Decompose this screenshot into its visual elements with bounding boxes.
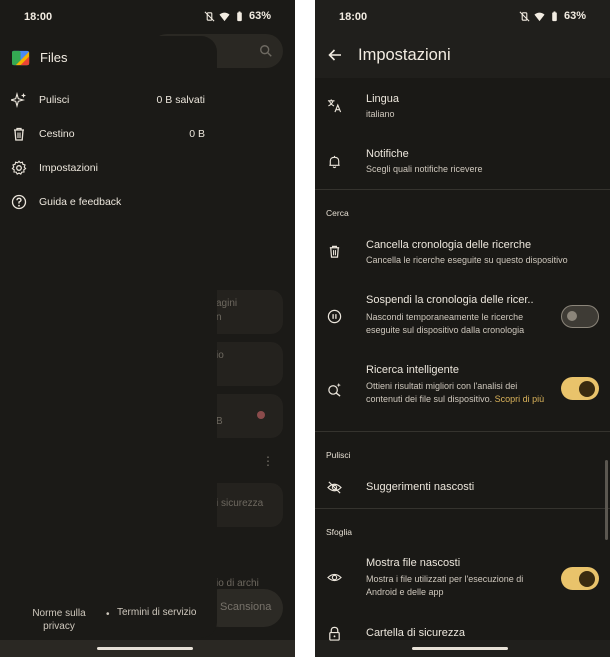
toggle-ricerca-intelligente[interactable] bbox=[561, 377, 599, 400]
setting-ricerca-intelligente[interactable]: Ricerca intelligente Ottieni risultati m… bbox=[315, 359, 610, 429]
bell-icon bbox=[329, 155, 340, 169]
setting-subtitle: Nascondi temporaneamente le ricerche ese… bbox=[366, 312, 525, 335]
help-icon bbox=[11, 194, 27, 210]
app-name: Files bbox=[40, 50, 68, 65]
scan-label: Scansiona bbox=[220, 601, 272, 613]
top-app-bar: Impostazioni bbox=[315, 34, 610, 78]
setting-title: Cancella cronologia delle ricerche bbox=[366, 239, 532, 251]
drawer-item-label: Cestino bbox=[39, 128, 75, 140]
setting-title: Notifiche bbox=[366, 148, 409, 160]
navigation-drawer: Files Pulisci 0 B salvati Cestino 0 B Im… bbox=[0, 36, 217, 638]
drawer-item-cestino[interactable]: Cestino 0 B bbox=[0, 118, 217, 150]
drawer-item-label: Pulisci bbox=[39, 94, 70, 106]
divider bbox=[315, 431, 610, 432]
background-card-text: agini bbox=[216, 298, 238, 309]
setting-title: Sospendi la cronologia delle ricer.. bbox=[366, 294, 534, 306]
background-card-text: B bbox=[216, 416, 223, 427]
divider bbox=[315, 189, 610, 190]
drawer-item-label: Impostazioni bbox=[39, 162, 98, 174]
pause-icon bbox=[327, 309, 342, 324]
page-title: Impostazioni bbox=[358, 46, 451, 64]
sparkle-icon bbox=[11, 92, 26, 108]
files-logo-icon bbox=[12, 48, 31, 67]
section-header-sfoglia: Sfoglia bbox=[326, 527, 352, 537]
setting-sospendi-cronologia[interactable]: Sospendi la cronologia delle ricer.. Nas… bbox=[315, 286, 610, 351]
status-bar: 18:00 63% bbox=[0, 0, 295, 34]
toggle-knob bbox=[579, 380, 595, 397]
drawer-item-impostazioni[interactable]: Impostazioni bbox=[0, 152, 217, 184]
trash-icon bbox=[329, 245, 340, 258]
left-screen: agini n io B ⋮ i sicurezza io di archi Sc… bbox=[0, 0, 295, 657]
battery-level: 63% bbox=[563, 10, 586, 22]
drawer-item-pulisci[interactable]: Pulisci 0 B salvati bbox=[0, 84, 217, 116]
footer-separator: • bbox=[106, 609, 110, 620]
setting-title: Suggerimenti nascosti bbox=[366, 481, 475, 493]
drawer-header: Files bbox=[12, 48, 67, 67]
home-gesture-bar[interactable] bbox=[412, 647, 508, 650]
translate-icon bbox=[327, 99, 342, 113]
status-bar: 18:00 63% bbox=[315, 0, 610, 34]
privacy-link[interactable]: Norme sulla privacy bbox=[28, 607, 90, 633]
setting-title: Ricerca intelligente bbox=[366, 364, 459, 376]
battery-level: 63% bbox=[248, 10, 271, 22]
battery-icon bbox=[237, 10, 242, 21]
vibrate-off-icon bbox=[204, 11, 215, 21]
battery-icon bbox=[552, 10, 557, 21]
background-card-text: i sicurezza bbox=[216, 498, 264, 509]
back-arrow-icon[interactable] bbox=[327, 47, 343, 63]
eye-icon bbox=[327, 573, 342, 582]
more-icon: ⋮ bbox=[262, 454, 274, 468]
toggle-sospendi-cronologia[interactable] bbox=[561, 305, 599, 328]
setting-suggerimenti-nascosti[interactable]: Suggerimenti nascosti bbox=[315, 470, 610, 506]
trash-icon bbox=[14, 127, 24, 141]
right-screen: 18:00 63% Impostazioni Lingua italiano N… bbox=[315, 0, 610, 657]
setting-subtitle: Scegli quali notifiche ricevere bbox=[366, 164, 483, 174]
setting-title: Mostra file nascosti bbox=[366, 557, 461, 569]
lock-icon bbox=[329, 626, 340, 641]
status-time: 18:00 bbox=[339, 11, 368, 23]
section-header-pulisci: Pulisci bbox=[326, 450, 351, 460]
smart-search-icon bbox=[328, 382, 341, 397]
setting-lingua[interactable]: Lingua italiano bbox=[315, 78, 610, 133]
background-card-text: io bbox=[216, 350, 224, 361]
setting-subtitle: Cancella le ricerche eseguite su questo … bbox=[366, 255, 568, 265]
background-badge bbox=[257, 411, 265, 419]
home-gesture-bar[interactable] bbox=[97, 647, 193, 650]
toggle-knob bbox=[579, 570, 595, 587]
wifi-icon bbox=[219, 12, 230, 21]
wifi-icon bbox=[534, 12, 545, 21]
drawer-item-value: 0 B bbox=[189, 128, 205, 140]
section-header-cerca: Cerca bbox=[326, 208, 349, 218]
setting-cartella-sicurezza[interactable]: Cartella di sicurezza bbox=[315, 618, 610, 648]
status-time: 18:00 bbox=[24, 11, 53, 23]
terms-link[interactable]: Termini di servizio bbox=[117, 607, 196, 618]
search-icon bbox=[260, 45, 272, 57]
setting-title: Cartella di sicurezza bbox=[366, 627, 466, 639]
drawer-item-label: Guida e feedback bbox=[39, 196, 122, 208]
setting-title: Lingua bbox=[366, 93, 400, 105]
gear-icon bbox=[11, 160, 27, 175]
vibrate-off-icon bbox=[519, 11, 530, 21]
background-card-text: io di archi bbox=[216, 578, 259, 589]
setting-subtitle: italiano bbox=[366, 109, 395, 119]
setting-subtitle: Ottieni risultati migliori con l'analisi… bbox=[366, 380, 551, 406]
setting-notifiche[interactable]: Notifiche Scegli quali notifiche ricever… bbox=[315, 133, 610, 188]
status-icons: 63% bbox=[519, 10, 586, 22]
divider bbox=[315, 508, 610, 509]
toggle-knob bbox=[567, 311, 577, 321]
drawer-item-value: 0 B salvati bbox=[156, 94, 205, 106]
eye-off-icon bbox=[327, 481, 342, 494]
setting-subtitle: Mostra i file utilizzati per l'esecuzion… bbox=[366, 574, 524, 597]
toggle-mostra-file-nascosti[interactable] bbox=[561, 567, 599, 590]
status-icons: 63% bbox=[204, 10, 271, 22]
drawer-item-guida[interactable]: Guida e feedback bbox=[0, 186, 217, 218]
setting-mostra-file-nascosti[interactable]: Mostra file nascosti Mostra i file utili… bbox=[315, 548, 610, 608]
settings-list: Lingua italiano Notifiche Scegli quali n… bbox=[315, 78, 610, 641]
learn-more-link[interactable]: Scopri di più bbox=[495, 394, 545, 404]
scrollbar[interactable] bbox=[605, 460, 608, 540]
setting-cancella-cronologia[interactable]: Cancella cronologia delle ricerche Cance… bbox=[315, 226, 610, 278]
